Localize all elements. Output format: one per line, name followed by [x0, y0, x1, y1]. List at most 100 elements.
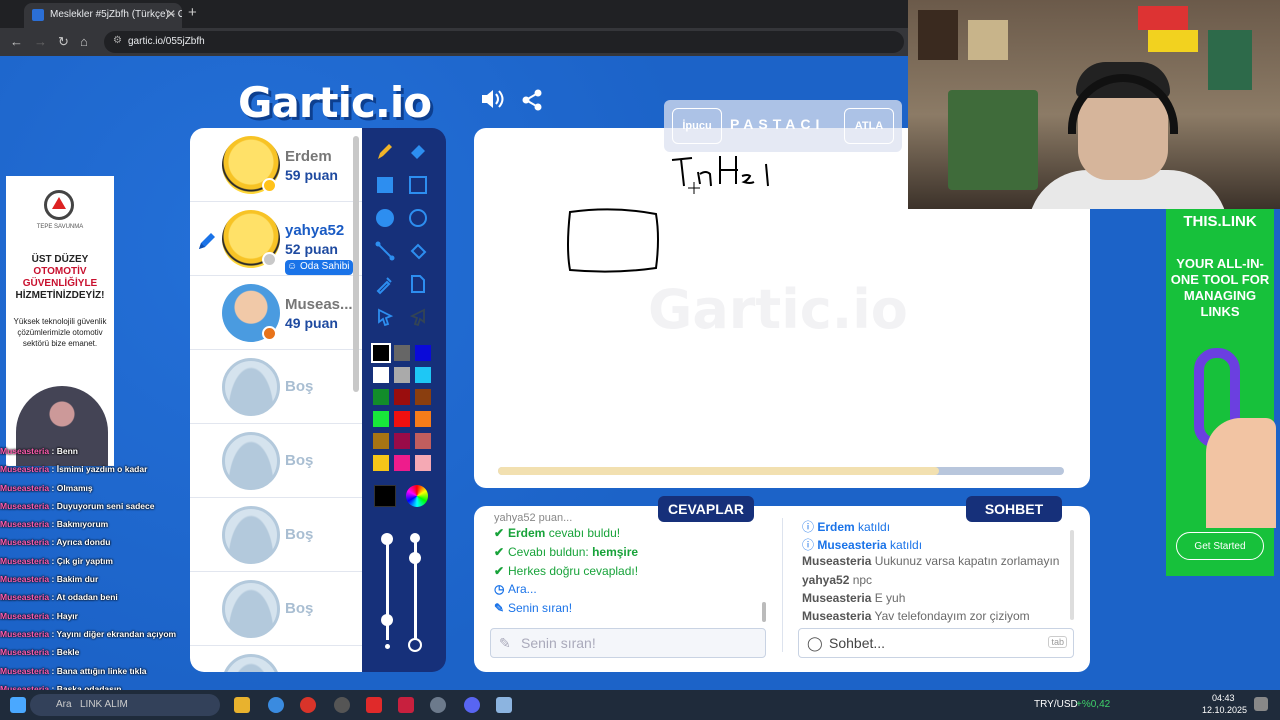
color-swatch[interactable] [394, 389, 410, 405]
right-advertisement[interactable]: THIS.LINK YOUR ALL-IN-ONE TOOL FOR MANAG… [1166, 208, 1276, 576]
sound-icon[interactable] [480, 88, 504, 110]
rectangle-tool-icon[interactable] [407, 174, 429, 196]
slider-handle[interactable] [381, 614, 393, 626]
ad-brand: TEPE SAVUNMA [36, 224, 84, 230]
wall-poster [918, 10, 958, 60]
room-owner-badge: ☺ Oda Sahibi [285, 260, 354, 275]
current-color[interactable] [374, 485, 396, 507]
empty-avatar [222, 358, 280, 416]
color-swatch[interactable] [394, 455, 410, 471]
color-swatch[interactable] [373, 455, 389, 471]
color-swatch[interactable] [373, 389, 389, 405]
discord-icon[interactable] [464, 697, 480, 713]
new-tab-icon[interactable]: + [188, 4, 197, 21]
chat-list: ⓘ Erdem katıldı ⓘ Museasteria katıldı Mu… [802, 518, 1066, 627]
status-badge [262, 326, 277, 341]
color-swatch[interactable] [371, 343, 391, 363]
color-swatch[interactable] [415, 411, 431, 427]
wall-poster [1148, 30, 1198, 52]
empty-slot-label: Boş [285, 526, 314, 543]
clock-time: 04:43 [1212, 693, 1235, 703]
circle-tool-icon[interactable] [407, 207, 429, 229]
timer-bar [498, 467, 1064, 475]
chat-line: Museasteria : Bana attığın linke tıkla [0, 665, 147, 676]
windows-start-icon[interactable] [10, 697, 26, 713]
file-explorer-icon[interactable] [234, 697, 250, 713]
color-swatch[interactable] [373, 411, 389, 427]
color-swatch[interactable] [373, 367, 389, 383]
close-tab-icon[interactable]: ✕ [166, 7, 176, 21]
color-swatch[interactable] [415, 433, 431, 449]
share-icon[interactable] [520, 88, 544, 112]
left-advertisement[interactable]: TEPE SAVUNMA ÜST DÜZEY OTOMOTİV GÜVENLİĞ… [6, 176, 114, 466]
taskbar-search[interactable]: Ara LINK ALIM [30, 694, 220, 716]
ticker-symbol: TRY/USD [1034, 699, 1078, 710]
tab-hint: tab [1048, 636, 1067, 648]
color-swatch[interactable] [394, 345, 410, 361]
app-icon[interactable] [430, 697, 446, 713]
color-wheel-icon[interactable] [406, 485, 428, 507]
chat-line: Museasteria : Yayını diğer ekrandan açıy… [0, 628, 177, 639]
app-icon[interactable] [398, 697, 414, 713]
line-tool-icon[interactable] [374, 240, 396, 262]
filled-circle-tool-icon[interactable] [374, 207, 396, 229]
notification-icon[interactable] [1254, 697, 1268, 711]
obs-icon[interactable] [334, 697, 350, 713]
player-row[interactable]: Erdem 59 puan [190, 128, 362, 202]
undo-tool-icon[interactable] [374, 306, 396, 328]
reload-icon[interactable]: ↻ [58, 34, 69, 50]
empty-avatar [222, 506, 280, 564]
forward-icon[interactable]: → [34, 34, 47, 49]
tab-title: Meslekler #5jZbfh (Türkçe) - Ga [50, 9, 182, 20]
get-started-button[interactable]: Get Started [1176, 532, 1264, 560]
color-swatch[interactable] [394, 433, 410, 449]
fill-bucket-tool-icon[interactable] [407, 240, 429, 262]
list-item: ◷ Ara... [494, 582, 537, 597]
list-item: ✔ Erdem cevabı buldu! [494, 526, 621, 540]
chrome-icon[interactable] [268, 697, 284, 713]
redo-tool-icon[interactable] [407, 306, 429, 328]
color-swatch[interactable] [415, 455, 431, 471]
player-score: 49 puan [285, 315, 338, 331]
color-swatch[interactable] [415, 367, 431, 383]
app-icon[interactable] [366, 697, 382, 713]
player-name: Erdem [285, 148, 332, 165]
home-icon[interactable]: ⌂ [80, 34, 88, 49]
wall-poster [968, 20, 1008, 60]
gartic-logo[interactable]: Gartic.io [238, 78, 432, 127]
slider-handle[interactable] [381, 533, 393, 545]
chat-input[interactable]: ◯ Sohbet... tab [798, 628, 1074, 658]
color-swatch[interactable] [394, 367, 410, 383]
site-info-icon[interactable]: ⚙ [113, 35, 122, 46]
address-bar[interactable]: ⚙ gartic.io/055jZbfh [104, 31, 904, 53]
eraser-tool-icon[interactable] [407, 140, 429, 162]
pencil-tool-icon[interactable] [374, 140, 396, 162]
answer-input[interactable]: ✎ Senin sıran! [490, 628, 766, 658]
player-row[interactable]: Museas... 49 puan [190, 276, 362, 350]
notepad-icon[interactable] [496, 697, 512, 713]
player-row[interactable]: yahya52 52 puan ☺ Oda Sahibi [190, 202, 362, 276]
chat-scrollbar[interactable] [1070, 530, 1074, 620]
ad-headline: ÜST DÜZEY OTOMOTİV GÜVENLİĞİYLE HİZMETİN… [15, 254, 105, 301]
skip-button[interactable]: ATLA [844, 108, 894, 144]
hint-button[interactable]: İpucu [672, 108, 722, 144]
slider-handle[interactable] [409, 552, 421, 564]
back-icon[interactable]: ← [10, 34, 23, 49]
answers-scrollbar[interactable] [762, 602, 766, 622]
color-swatch[interactable] [394, 411, 410, 427]
chat-line: Museasteria : Ayrıca dondu [0, 537, 111, 548]
wall-poster [1208, 30, 1252, 90]
color-swatch[interactable] [415, 389, 431, 405]
players-scrollbar[interactable] [353, 136, 359, 392]
ticker-change: +%0,42 [1076, 699, 1111, 710]
page-tool-icon[interactable] [407, 273, 429, 295]
color-swatch[interactable] [373, 433, 389, 449]
color-swatch[interactable] [415, 345, 431, 361]
browser-tab[interactable]: Meslekler #5jZbfh (Türkçe) - Ga ✕ [24, 3, 182, 28]
chat-line: Museasteria : Duyuyorum seni sadece [0, 500, 155, 511]
clock-date: 12.10.2025 [1202, 705, 1248, 715]
eyedropper-tool-icon[interactable] [374, 273, 396, 295]
filled-rectangle-tool-icon[interactable] [374, 174, 396, 196]
slider-handle[interactable] [410, 533, 420, 543]
app-icon[interactable] [300, 697, 316, 713]
